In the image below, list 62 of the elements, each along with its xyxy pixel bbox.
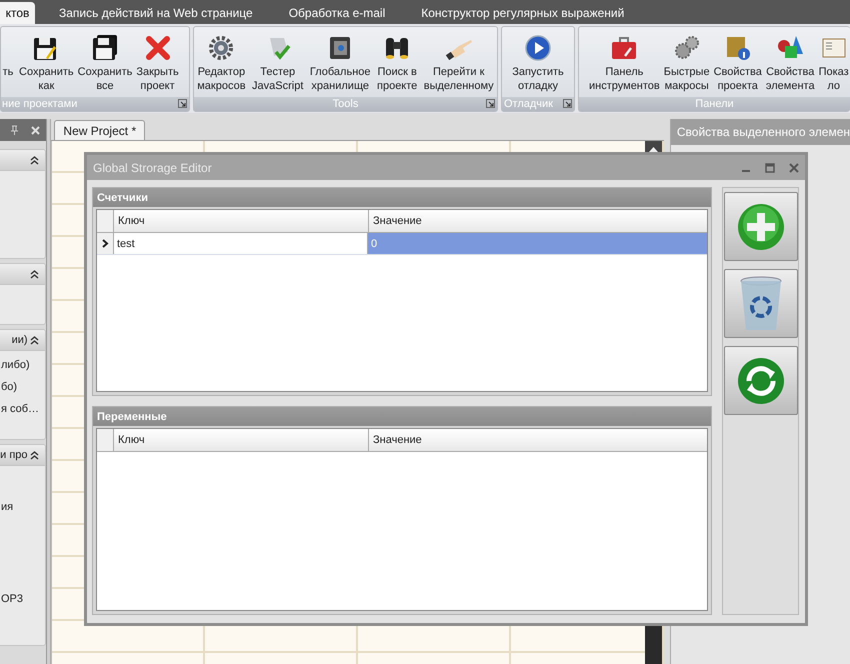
gear-icon xyxy=(207,34,236,62)
ribbon-button[interactable]: Тестер JavaScript xyxy=(252,31,304,97)
ribbon-button[interactable]: Сохранить все xyxy=(78,31,132,97)
ribbon-tab[interactable]: Запись действий на Web странице xyxy=(41,2,271,24)
group-title: Переменные xyxy=(97,410,167,422)
ribbon-button[interactable]: Глобальное хранилище xyxy=(310,31,371,97)
collapse-icon[interactable] xyxy=(30,336,39,344)
close-icon xyxy=(144,34,172,62)
delete-button[interactable] xyxy=(724,269,798,338)
toolbox-icon xyxy=(610,34,638,62)
play-icon xyxy=(524,34,552,62)
collapse-icon[interactable] xyxy=(30,156,39,164)
collapse-icon[interactable] xyxy=(30,450,39,460)
ribbon-button[interactable]: Быстрые макросы xyxy=(664,31,710,97)
panel-item[interactable]: ия xyxy=(0,501,45,513)
current-row-icon xyxy=(102,239,108,248)
ribbon-button[interactable]: ть xyxy=(1,31,15,97)
ribbon-tab[interactable]: Конструктор регулярных выражений xyxy=(403,2,642,24)
group-label: Tools xyxy=(332,97,358,111)
ribbon-tab[interactable]: Обработка e-mail xyxy=(270,2,404,24)
ribbon-button[interactable]: Поиск в проекте xyxy=(377,31,418,97)
panel-item[interactable]: ОР3 xyxy=(0,593,45,605)
table-cell: 0 xyxy=(367,233,707,254)
ribbon-button[interactable]: Панель инструментов xyxy=(589,31,660,97)
ribbon-button[interactable]: Свойства проекта xyxy=(714,31,762,97)
column-header[interactable]: Значение xyxy=(368,210,707,232)
refresh-button[interactable] xyxy=(724,346,798,415)
ribbon-tab[interactable]: ктов xyxy=(0,2,35,24)
group-label: ние проектами xyxy=(2,97,78,111)
ribbon-button[interactable]: Запустить отладку xyxy=(512,31,564,97)
panel-item[interactable]: бо) xyxy=(0,381,45,393)
ribbon-button[interactable]: Сохранить как xyxy=(19,31,74,97)
add-button[interactable] xyxy=(724,192,798,261)
column-header[interactable]: Ключ xyxy=(114,210,368,232)
dialog-launcher-icon[interactable] xyxy=(178,99,187,108)
group-title: Счетчики xyxy=(97,192,148,204)
floppy-disk-icon xyxy=(91,34,119,62)
column-header[interactable]: Ключ xyxy=(114,429,368,451)
ribbon-button[interactable]: Закрыть проект xyxy=(136,31,179,97)
close-icon[interactable] xyxy=(789,162,799,172)
window-title: Global Strorage Editor xyxy=(93,160,212,174)
ribbon-button[interactable]: Свойства элемента xyxy=(766,31,815,97)
panel-item[interactable]: либо) xyxy=(0,359,45,371)
gears-icon xyxy=(672,34,701,62)
pin-icon[interactable] xyxy=(10,125,19,135)
group-label: Панели xyxy=(695,97,734,111)
table-cell-text: test xyxy=(116,236,136,252)
column-header[interactable]: Значение xyxy=(368,429,707,451)
section-title: ии) xyxy=(12,334,28,346)
maximize-icon[interactable] xyxy=(765,162,775,172)
section-title: и про xyxy=(0,449,28,461)
collapse-icon[interactable] xyxy=(30,270,39,278)
ribbon-button[interactable]: Показ ло xyxy=(818,31,849,97)
ribbon-button[interactable]: Перейти к выделенному xyxy=(424,31,494,97)
row-indicator[interactable] xyxy=(97,233,114,254)
panel-item[interactable]: я соб… xyxy=(0,403,45,415)
dialog-launcher-icon[interactable] xyxy=(486,99,495,108)
dialog-launcher-icon[interactable] xyxy=(563,99,572,108)
document-tab[interactable]: New Project * xyxy=(54,120,146,140)
ribbon-button[interactable]: Редактор макросов xyxy=(197,31,246,97)
panel-title: Свойства выделенного элемен xyxy=(676,125,850,139)
group-label: Отладчик xyxy=(504,97,553,111)
